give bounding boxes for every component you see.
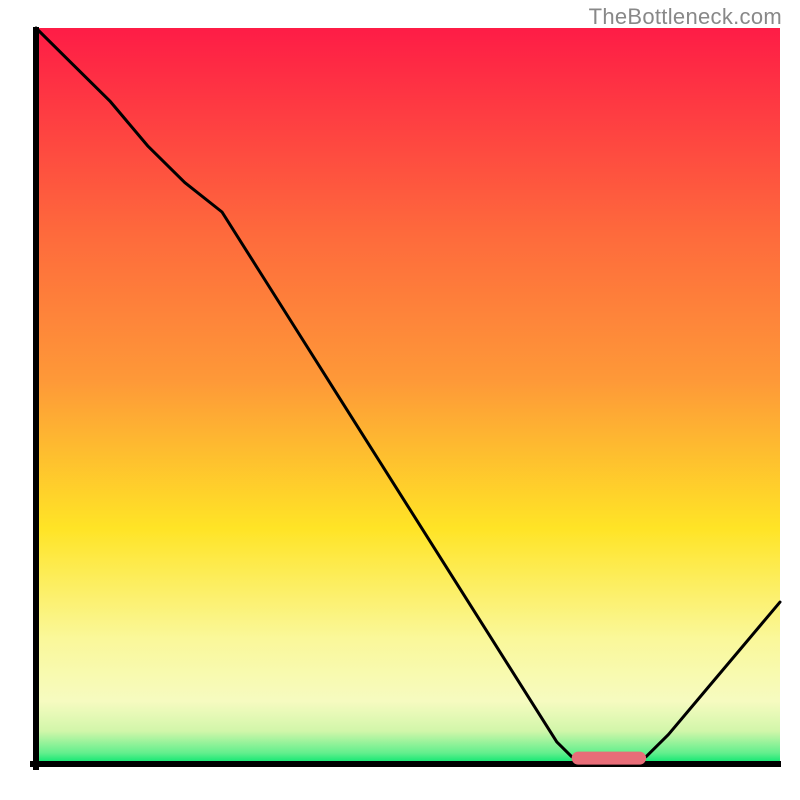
optimal-zone-marker bbox=[572, 752, 646, 765]
bottleneck-chart bbox=[0, 0, 800, 800]
watermark-text: TheBottleneck.com bbox=[589, 4, 782, 30]
plot-gradient-bg bbox=[36, 28, 780, 764]
chart-stage: TheBottleneck.com bbox=[0, 0, 800, 800]
